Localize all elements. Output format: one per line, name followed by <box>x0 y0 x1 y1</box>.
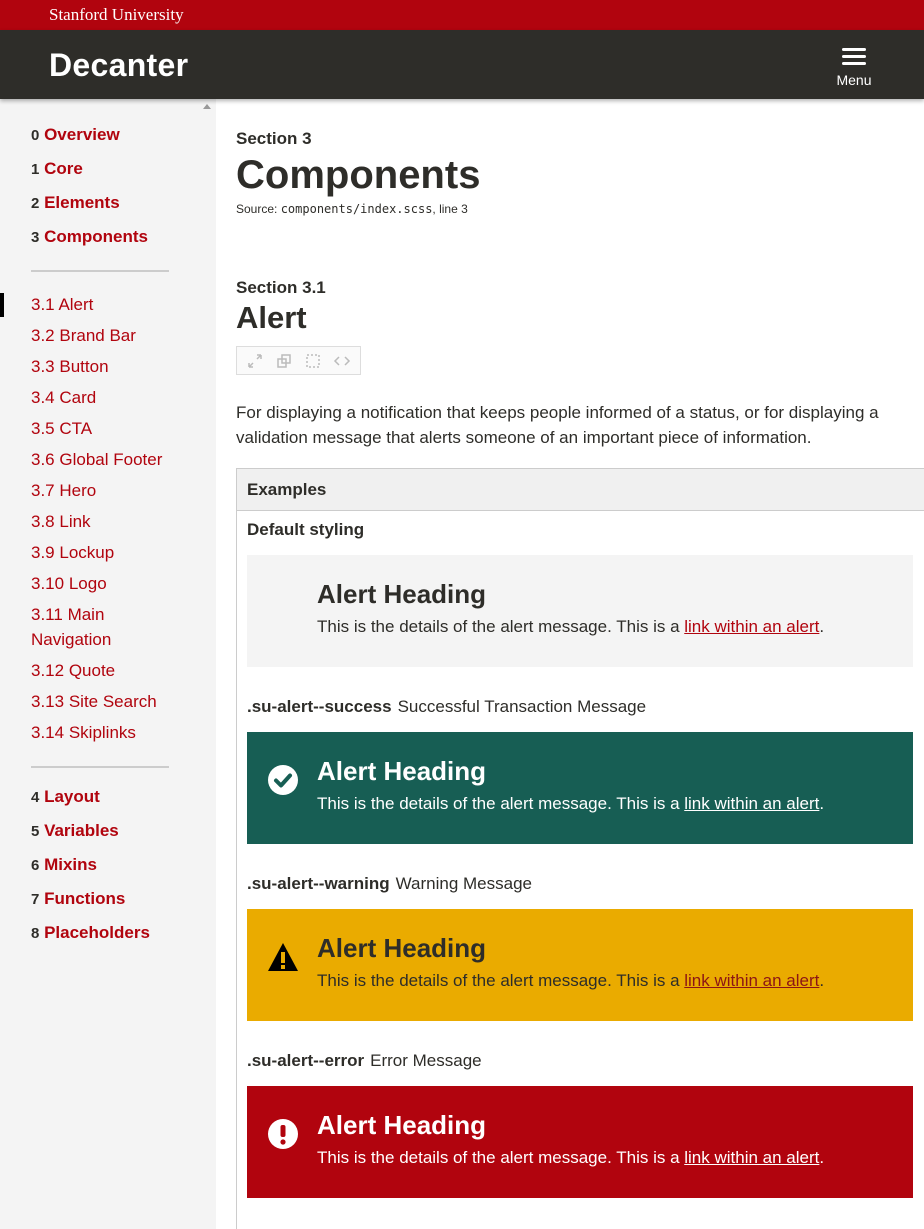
brand-bar: Stanford University <box>0 0 924 30</box>
alert-default: Alert Heading This is the details of the… <box>247 555 913 667</box>
sidebar-item-cta[interactable]: 3.5 CTA <box>31 416 181 441</box>
nav-sub-list: 3.1 Alert 3.2 Brand Bar 3.3 Button 3.4 C… <box>31 292 181 751</box>
scroll-up-icon[interactable] <box>203 104 211 109</box>
alert-error: Alert Heading This is the details of the… <box>247 1086 913 1198</box>
fullscreen-icon[interactable] <box>243 349 267 373</box>
sidebar-item-functions[interactable]: 7 Functions <box>31 889 181 923</box>
alert-link[interactable]: link within an alert <box>684 971 819 990</box>
sidebar-item-alert[interactable]: 3.1 Alert <box>31 292 181 317</box>
sidebar-item-global-footer[interactable]: 3.6 Global Footer <box>31 447 181 472</box>
alert-link[interactable]: link within an alert <box>684 617 819 636</box>
menu-icon <box>842 48 866 66</box>
menu-label: Menu <box>836 72 872 88</box>
example-label-error: .su-alert--error Error Message <box>247 1051 482 1070</box>
alert-heading: Alert Heading <box>317 579 487 609</box>
sidebar-item-core[interactable]: 1 Core <box>31 159 181 193</box>
alert-warning: Alert Heading This is the details of the… <box>247 909 913 1021</box>
sidebar-item-variables[interactable]: 5 Variables <box>31 821 181 855</box>
check-circle-icon <box>268 765 298 795</box>
brand-link[interactable]: Stanford University <box>49 5 184 25</box>
menu-button[interactable]: Menu <box>830 44 878 88</box>
example-label-default: Default styling <box>247 520 365 539</box>
outline-icon[interactable] <box>301 349 325 373</box>
sidebar-item-quote[interactable]: 3.12 Quote <box>31 658 181 683</box>
source-reference: Source: components/index.scss, line 3 <box>236 202 468 216</box>
example-toolbar <box>236 346 361 375</box>
site-title[interactable]: Decanter <box>49 47 188 84</box>
nav-top-list: 0 Overview 1 Core 2 Elements 3 Component… <box>31 125 181 261</box>
alert-heading: Alert Heading <box>317 933 487 963</box>
alert-body: This is the details of the alert message… <box>317 617 825 636</box>
section-description: For displaying a notification that keeps… <box>236 403 879 447</box>
alert-link[interactable]: link within an alert <box>684 1148 819 1167</box>
source-file: components/index.scss <box>280 202 433 216</box>
section-label: Section 3 <box>236 129 312 148</box>
sidebar-item-lockup[interactable]: 3.9 Lockup <box>31 540 181 565</box>
sidebar-divider <box>31 766 169 768</box>
sidebar-item-card[interactable]: 3.4 Card <box>31 385 181 410</box>
code-icon[interactable] <box>330 349 354 373</box>
alert-link[interactable]: link within an alert <box>684 794 819 813</box>
page-title: Components <box>236 153 481 197</box>
exclamation-circle-icon <box>268 1119 298 1149</box>
examples-panel: Examples Default styling Alert Heading T… <box>236 468 924 1229</box>
site-header: Decanter Menu <box>0 30 924 99</box>
sidebar-item-skiplinks[interactable]: 3.14 Skiplinks <box>31 720 181 745</box>
sidebar-item-brand-bar[interactable]: 3.2 Brand Bar <box>31 323 181 348</box>
nav-bottom-list: 4 Layout 5 Variables 6 Mixins 7 Function… <box>31 787 181 957</box>
sidebar-item-site-search[interactable]: 3.13 Site Search <box>31 689 181 714</box>
subsection-label: Section 3.1 <box>236 278 326 297</box>
new-window-icon[interactable] <box>272 349 296 373</box>
sidebar-item-button[interactable]: 3.3 Button <box>31 354 181 379</box>
sidebar-item-main-navigation[interactable]: 3.11 Main Navigation <box>31 602 181 652</box>
main-content: Section 3 Components Source: components/… <box>216 99 924 1229</box>
sidebar-item-link[interactable]: 3.8 Link <box>31 509 181 534</box>
alert-body: This is the details of the alert message… <box>317 971 825 990</box>
sidebar-item-components[interactable]: 3 Components <box>31 227 181 261</box>
alert-heading: Alert Heading <box>317 756 487 786</box>
alert-success: Alert Heading This is the details of the… <box>247 732 913 844</box>
active-item-marker <box>0 293 4 317</box>
alert-body: This is the details of the alert message… <box>317 1148 825 1167</box>
example-label-warning: .su-alert--warning Warning Message <box>247 874 532 893</box>
sidebar-item-logo[interactable]: 3.10 Logo <box>31 571 181 596</box>
sidebar-item-placeholders[interactable]: 8 Placeholders <box>31 923 181 957</box>
sidebar-divider <box>31 270 169 272</box>
example-label-success: .su-alert--success Successful Transaction… <box>247 697 647 716</box>
sidebar-nav: 0 Overview 1 Core 2 Elements 3 Component… <box>0 99 216 1229</box>
sidebar-item-elements[interactable]: 2 Elements <box>31 193 181 227</box>
sidebar-item-hero[interactable]: 3.7 Hero <box>31 478 181 503</box>
warning-triangle-icon <box>268 943 298 971</box>
examples-header: Examples <box>237 469 924 511</box>
subsection-title: Alert <box>236 300 307 335</box>
sidebar-item-mixins[interactable]: 6 Mixins <box>31 855 181 889</box>
sidebar-item-overview[interactable]: 0 Overview <box>31 125 181 159</box>
sidebar-item-layout[interactable]: 4 Layout <box>31 787 181 821</box>
alert-body: This is the details of the alert message… <box>317 794 825 813</box>
alert-heading: Alert Heading <box>317 1110 487 1140</box>
